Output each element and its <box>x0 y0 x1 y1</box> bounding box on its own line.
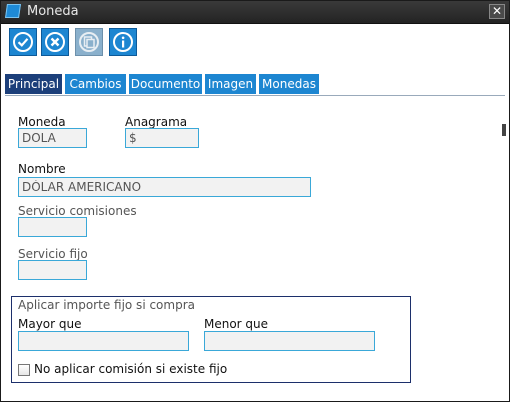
no-aplicar-comision-checkbox[interactable] <box>18 364 30 376</box>
moneda-input[interactable] <box>18 128 87 148</box>
moneda-label: Moneda <box>18 115 66 129</box>
servicio-comisiones-label: Servicio comisiones <box>18 204 137 218</box>
copy-button[interactable] <box>75 28 103 56</box>
mayor-que-label: Mayor que <box>18 317 82 331</box>
servicio-fijo-input[interactable] <box>18 260 87 280</box>
moneda-window: Moneda ✕ Principal Cambios Documento Ima… <box>0 0 510 402</box>
title-bar[interactable]: Moneda ✕ <box>1 1 509 24</box>
tab-divider <box>5 95 505 96</box>
window-client-area: Principal Cambios Documento Imagen Moned… <box>1 24 509 401</box>
close-button[interactable]: ✕ <box>489 4 505 19</box>
group-title: Aplicar importe fijo si compra <box>18 298 195 312</box>
accept-button[interactable] <box>9 28 37 56</box>
cancel-button[interactable] <box>41 28 69 56</box>
info-button[interactable] <box>109 28 137 56</box>
info-icon <box>113 32 133 52</box>
tab-monedas[interactable]: Monedas <box>259 74 319 94</box>
tab-cambios[interactable]: Cambios <box>65 74 126 94</box>
menor-que-input[interactable] <box>204 331 375 351</box>
mayor-que-input[interactable] <box>18 331 189 351</box>
scrollbar-thumb[interactable] <box>502 124 506 136</box>
cancel-icon <box>45 32 65 52</box>
anagrama-label: Anagrama <box>125 115 188 129</box>
copy-icon <box>79 32 99 52</box>
nombre-label: Nombre <box>18 162 66 176</box>
tab-documento[interactable]: Documento <box>129 74 202 94</box>
nombre-input[interactable] <box>18 177 311 197</box>
tab-principal[interactable]: Principal <box>5 74 62 94</box>
menor-que-label: Menor que <box>204 317 269 331</box>
app-icon <box>5 4 21 18</box>
anagrama-input[interactable] <box>125 128 199 148</box>
check-icon <box>13 32 33 52</box>
tab-imagen[interactable]: Imagen <box>205 74 256 94</box>
window-title: Moneda <box>27 4 79 19</box>
servicio-fijo-label: Servicio fijo <box>18 247 88 261</box>
no-aplicar-comision-label[interactable]: No aplicar comisión si existe fijo <box>34 362 227 376</box>
servicio-comisiones-input[interactable] <box>18 217 87 237</box>
